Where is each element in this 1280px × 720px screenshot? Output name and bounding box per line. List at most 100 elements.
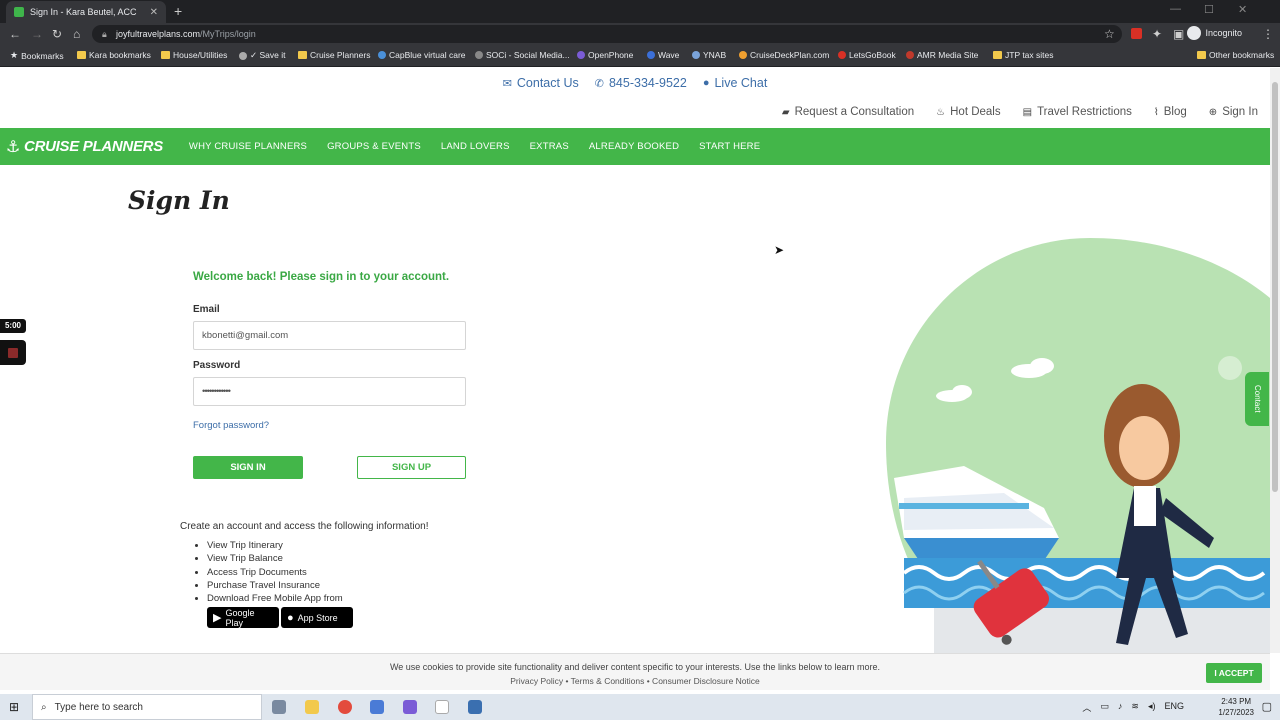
- clock-time: 2:43 PM: [1221, 697, 1252, 706]
- stop-recording-button[interactable]: [0, 340, 26, 365]
- taskbar-search[interactable]: ⌕ Type here to search: [32, 694, 262, 720]
- volume-icon[interactable]: ◂): [1148, 701, 1156, 714]
- minimize-icon[interactable]: —: [1170, 3, 1181, 15]
- bookmark-item[interactable]: LetsGoBook: [838, 50, 896, 60]
- forward-icon[interactable]: →: [31, 27, 43, 41]
- capblue-icon: [378, 51, 386, 59]
- travel-illustration: [886, 238, 1270, 653]
- star-icon: ★: [10, 50, 19, 60]
- file-explorer-icon[interactable]: [305, 700, 319, 714]
- home-icon[interactable]: ⌂: [73, 27, 80, 41]
- bookmark-item[interactable]: ✓ Save it: [239, 50, 285, 61]
- rss-icon: ⌇: [1153, 106, 1159, 118]
- wifi-icon[interactable]: ≋: [1131, 701, 1139, 714]
- nav-already-booked[interactable]: ALREADY BOOKED: [589, 141, 679, 152]
- cruisedeckplan-icon: [739, 51, 747, 59]
- bookmark-item[interactable]: YNAB: [692, 50, 726, 60]
- reload-icon[interactable]: ↻: [52, 27, 62, 41]
- nav-extras[interactable]: EXTRAS: [530, 141, 569, 152]
- folder-icon: [1197, 51, 1206, 59]
- sign-up-button[interactable]: SIGN UP: [357, 456, 466, 479]
- password-field[interactable]: ••••••••••••: [193, 377, 466, 406]
- browser-tab[interactable]: Sign In - Kara Beutel, ACC ✕: [6, 1, 166, 23]
- cookie-links[interactable]: Privacy Policy • Terms & Conditions • Co…: [0, 676, 1270, 686]
- nav-land-lovers[interactable]: LAND LOVERS: [441, 141, 510, 152]
- bookmark-item[interactable]: JTP tax sites: [993, 50, 1054, 60]
- folder-icon: [298, 51, 307, 59]
- flame-icon: ♨: [936, 106, 946, 118]
- blog-link[interactable]: ⌇ Blog: [1154, 106, 1187, 118]
- bookmark-item[interactable]: House/Utilities: [161, 50, 227, 60]
- url-field[interactable]: 🔒︎ joyfultravelplans.com/MyTrips/login: [92, 25, 1122, 43]
- folder-icon: [77, 51, 86, 59]
- bookmark-item[interactable]: CapBlue virtual care: [378, 50, 466, 60]
- app-icon[interactable]: [403, 700, 417, 714]
- extension-icon[interactable]: [1131, 28, 1142, 39]
- language-indicator[interactable]: ENG: [1164, 701, 1184, 714]
- bookmark-item[interactable]: OpenPhone: [577, 50, 633, 60]
- cruise-planners-logo[interactable]: ⚓ CRUISE PLANNERS: [6, 137, 163, 157]
- app-icon[interactable]: [370, 700, 384, 714]
- travel-restrictions-link[interactable]: ▤ Travel Restrictions: [1023, 106, 1132, 118]
- bookmarks-bar: ★ Bookmarks Kara bookmarks House/Utilitie…: [0, 45, 1280, 67]
- bookmark-item[interactable]: Other bookmarks: [1197, 50, 1274, 60]
- bookmark-item[interactable]: CruiseDeckPlan.com: [739, 50, 829, 60]
- briefcase-icon: ▰: [781, 106, 790, 118]
- network-icon[interactable]: ▭: [1100, 701, 1109, 714]
- app-store-badge[interactable]: ● App Store: [281, 607, 353, 628]
- microphone-icon[interactable]: ♪: [1118, 701, 1123, 714]
- url-host: joyfultravelplans.com: [116, 29, 201, 39]
- taskbar-search-placeholder: Type here to search: [54, 701, 143, 713]
- google-play-badge[interactable]: ▶ Google Play: [207, 607, 279, 628]
- new-tab-icon[interactable]: +: [174, 3, 182, 19]
- side-panel-icon[interactable]: ▣: [1173, 27, 1184, 41]
- calculator-icon[interactable]: [468, 700, 482, 714]
- nav-why-cruise-planners[interactable]: WHY CRUISE PLANNERS: [189, 141, 307, 152]
- luggage-icon: ▤: [1022, 106, 1033, 118]
- bookmark-item[interactable]: ★ Bookmarks: [10, 50, 64, 61]
- contact-us-link[interactable]: ✉ Contact Us: [503, 76, 579, 90]
- search-icon: ⌕: [41, 701, 47, 713]
- show-hidden-icons-icon[interactable]: ︿: [1082, 701, 1091, 714]
- bookmark-item[interactable]: Kara bookmarks: [77, 50, 151, 60]
- email-label: Email: [193, 304, 220, 315]
- site-favicon-icon: [14, 7, 24, 17]
- sign-in-button[interactable]: SIGN IN: [193, 456, 303, 479]
- bookmark-item[interactable]: AMR Media Site: [906, 50, 978, 60]
- bookmark-item[interactable]: Wave: [647, 50, 679, 60]
- sign-in-link[interactable]: ⊕ Sign In: [1209, 106, 1258, 118]
- openphone-icon: [577, 51, 585, 59]
- chrome-icon[interactable]: [338, 700, 352, 714]
- request-consultation-link[interactable]: ▰ Request a Consultation: [782, 106, 914, 118]
- task-view-icon[interactable]: [272, 700, 286, 714]
- wave-icon: [647, 51, 655, 59]
- nav-start-here[interactable]: START HERE: [699, 141, 760, 152]
- extensions-puzzle-icon[interactable]: ✦: [1152, 27, 1162, 41]
- browser-menu-icon[interactable]: ⋮: [1262, 27, 1274, 41]
- accept-cookies-button[interactable]: I ACCEPT: [1206, 663, 1262, 683]
- bookmark-star-icon[interactable]: ☆: [1104, 27, 1115, 41]
- live-chat-link[interactable]: ● Live Chat: [703, 76, 767, 90]
- incognito-badge[interactable]: Incognito: [1187, 26, 1242, 40]
- bookmark-item[interactable]: SOCi - Social Media...: [475, 50, 570, 60]
- email-field[interactable]: kbonetti@gmail.com: [193, 321, 466, 350]
- maximize-icon[interactable]: ☐: [1204, 3, 1214, 16]
- phone-link[interactable]: ✆ 845-334-9522: [595, 76, 687, 90]
- close-window-icon[interactable]: ✕: [1238, 3, 1247, 16]
- amr-icon: [906, 51, 914, 59]
- windows-start-icon[interactable]: ⊞: [9, 700, 19, 714]
- page-scrollbar[interactable]: [1270, 68, 1280, 653]
- notifications-icon[interactable]: ▢: [1262, 700, 1272, 713]
- folder-icon: [993, 51, 1002, 59]
- contact-side-tab[interactable]: Contact: [1245, 372, 1269, 426]
- benefits-list: View Trip Itinerary View Trip Balance Ac…: [207, 540, 343, 606]
- back-icon[interactable]: ←: [9, 27, 21, 41]
- bookmark-item[interactable]: Cruise Planners: [298, 50, 370, 60]
- app-icon[interactable]: [435, 700, 449, 714]
- forgot-password-link[interactable]: Forgot password?: [193, 420, 269, 431]
- nav-groups-events[interactable]: GROUPS & EVENTS: [327, 141, 421, 152]
- hot-deals-link[interactable]: ♨ Hot Deals: [936, 106, 1000, 118]
- close-tab-icon[interactable]: ✕: [150, 7, 158, 18]
- taskbar-clock[interactable]: 2:43 PM 1/27/2023: [1218, 696, 1254, 718]
- scrollbar-thumb[interactable]: [1272, 82, 1278, 492]
